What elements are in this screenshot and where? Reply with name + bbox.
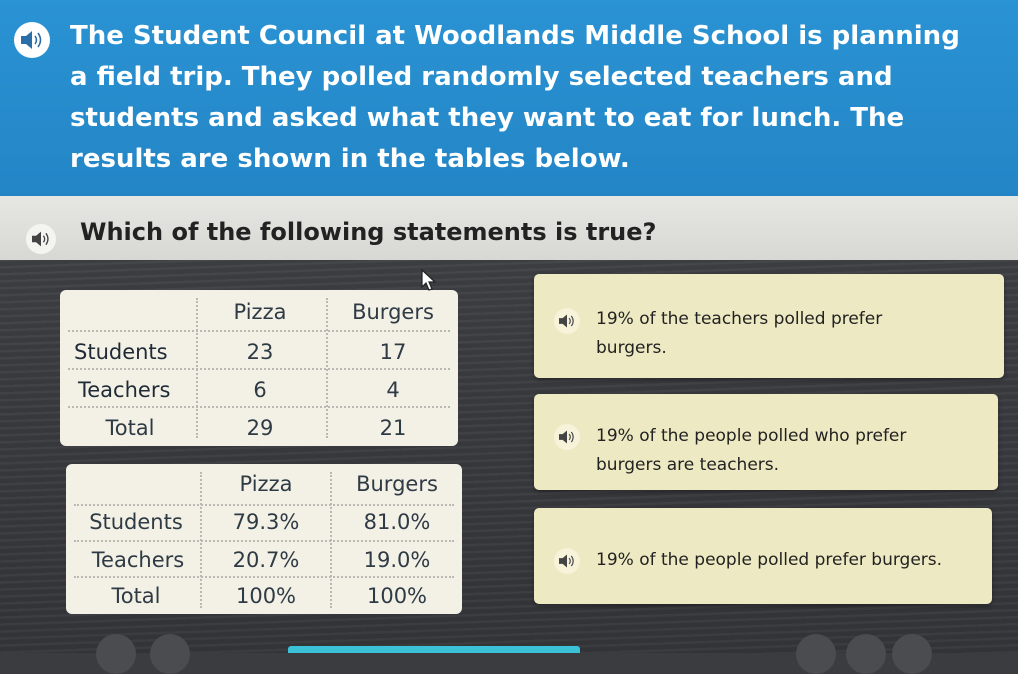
tool-button[interactable] xyxy=(796,634,836,674)
answer-3-text: 19% of the people polled prefer burgers. xyxy=(596,550,943,570)
percent-row-label: Students xyxy=(89,510,183,534)
question-text: Which of the following statements is tru… xyxy=(80,218,657,246)
answer-2-speaker-icon[interactable] xyxy=(554,424,580,450)
percent-row-label: Teachers xyxy=(91,548,185,572)
counts-divider xyxy=(68,368,450,370)
counts-cell: 29 xyxy=(246,416,274,440)
question-speaker-icon[interactable] xyxy=(26,224,56,254)
counts-header-pizza: Pizza xyxy=(233,300,287,324)
counts-divider xyxy=(68,406,450,408)
intro-speaker-icon[interactable] xyxy=(14,22,50,58)
percent-table: Pizza Burgers Students 79.3% 81.0% Teach… xyxy=(66,464,462,614)
percent-cell: 100% xyxy=(366,584,428,608)
percent-cell: 81.0% xyxy=(363,510,431,534)
counts-header-burgers: Burgers xyxy=(352,300,434,324)
counts-row-label: Total xyxy=(105,416,155,440)
intro-text: The Student Council at Woodlands Middle … xyxy=(70,21,960,174)
counts-cell: 17 xyxy=(379,340,407,364)
counts-row-label: Teachers xyxy=(78,378,171,402)
counts-divider xyxy=(68,330,450,332)
percent-row-label: Total xyxy=(111,584,161,608)
counts-row-label: Students xyxy=(74,340,168,364)
counts-cell: 21 xyxy=(379,416,407,440)
percent-cell: 20.7% xyxy=(232,548,300,572)
counts-cell: 6 xyxy=(253,378,267,402)
percent-divider xyxy=(74,504,454,506)
mouse-cursor-icon xyxy=(420,268,440,296)
answer-2-text: 19% of the people polled who prefer burg… xyxy=(596,426,907,475)
percent-cell: 79.3% xyxy=(232,510,300,534)
percent-header-pizza: Pizza xyxy=(239,472,293,496)
percent-cell: 19.0% xyxy=(363,548,431,572)
percent-header-burgers: Burgers xyxy=(356,472,438,496)
nav-button[interactable] xyxy=(96,634,136,674)
nav-button[interactable] xyxy=(150,634,190,674)
counts-cell: 23 xyxy=(246,340,274,364)
tool-button[interactable] xyxy=(846,634,886,674)
percent-divider xyxy=(74,540,454,542)
answer-1-speaker-icon[interactable] xyxy=(554,308,580,334)
calculator-button[interactable] xyxy=(892,634,932,674)
answer-1-text: 19% of the teachers polled prefer burger… xyxy=(596,309,883,358)
answer-3-speaker-icon[interactable] xyxy=(554,548,580,574)
progress-bar xyxy=(288,646,580,653)
counts-cell: 4 xyxy=(386,378,400,402)
counts-table: Pizza Burgers Students 23 17 Teachers 6 … xyxy=(60,290,458,446)
percent-divider xyxy=(74,576,454,578)
percent-cell: 100% xyxy=(235,584,297,608)
